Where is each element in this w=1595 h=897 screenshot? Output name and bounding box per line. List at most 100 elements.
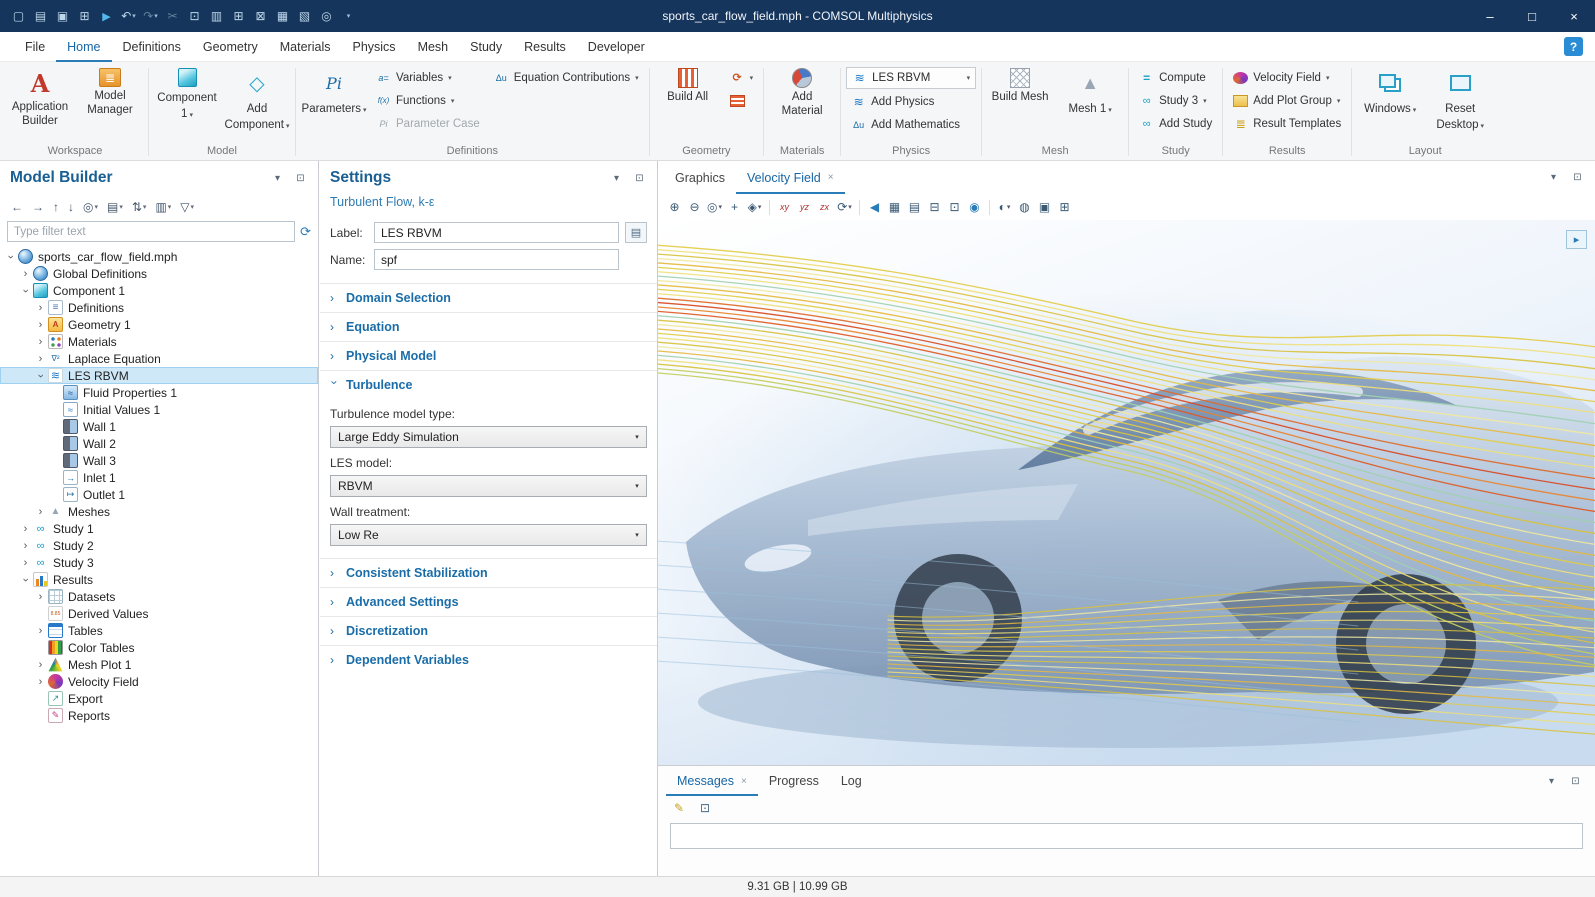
- parameter-case-button[interactable]: Parameter Case: [371, 113, 485, 134]
- tree-item-velocity-field[interactable]: ›Velocity Field: [0, 673, 318, 690]
- expand-icon[interactable]: ›: [34, 353, 47, 365]
- tree-item-geometry-1[interactable]: ›Geometry 1: [0, 316, 318, 333]
- menu-tab-geometry[interactable]: Geometry: [192, 32, 269, 62]
- les-model-select[interactable]: RBVM ▾: [330, 475, 647, 497]
- build-mesh-button[interactable]: Build Mesh: [987, 64, 1053, 107]
- menu-tab-physics[interactable]: Physics: [341, 32, 406, 62]
- tree-item-materials[interactable]: ›Materials: [0, 333, 318, 350]
- tree-item-mesh-plot-1[interactable]: ›Mesh Plot 1: [0, 656, 318, 673]
- tree-item-initial-values-1[interactable]: Initial Values 1: [0, 401, 318, 418]
- chevron-down-icon[interactable]: ▾: [1544, 774, 1559, 789]
- section-turbulence[interactable]: › Turbulence: [320, 370, 657, 399]
- menu-tab-developer[interactable]: Developer: [577, 32, 656, 62]
- plot-data-table-icon[interactable]: ▤: [905, 197, 924, 217]
- float-panel-icon[interactable]: ⊡: [1570, 170, 1585, 185]
- expand-icon[interactable]: ›: [34, 302, 47, 314]
- maximize-button[interactable]: □: [1511, 0, 1553, 32]
- delete-icon[interactable]: ⊠: [250, 5, 271, 27]
- build-all-button[interactable]: Build All: [655, 64, 721, 107]
- tree-item-export[interactable]: Export: [0, 690, 318, 707]
- tree-item-les-rbvm[interactable]: ›LES RBVM: [0, 367, 318, 384]
- tab-log[interactable]: Log: [830, 766, 873, 796]
- sound-icon[interactable]: ◀: [865, 197, 884, 217]
- cut-icon[interactable]: ✂: [162, 5, 183, 27]
- float-panel-icon[interactable]: ⊡: [1568, 774, 1583, 789]
- paste-icon[interactable]: ▥: [206, 5, 227, 27]
- expand-icon[interactable]: ›: [19, 540, 32, 552]
- application-builder-button[interactable]: Application Builder: [7, 64, 73, 130]
- variables-button[interactable]: Variables ▾: [371, 67, 485, 88]
- tab-messages[interactable]: Messages ×: [666, 766, 758, 796]
- menu-tab-materials[interactable]: Materials: [269, 32, 342, 62]
- expand-icon[interactable]: ›: [34, 336, 47, 348]
- tree-item-meshes[interactable]: ›Meshes: [0, 503, 318, 520]
- functions-button[interactable]: Functions ▾: [371, 90, 485, 111]
- section-domain-selection[interactable]: › Domain Selection: [320, 283, 657, 312]
- rotate-view-icon[interactable]: ⟳▾: [835, 197, 854, 217]
- save-icon[interactable]: ▣: [52, 5, 73, 27]
- rename-icon[interactable]: ▤: [625, 222, 647, 243]
- reset-desktop-button[interactable]: Reset Desktop▾: [1427, 64, 1493, 134]
- columns-icon[interactable]: ▥▾: [151, 197, 175, 217]
- zoom-out-icon[interactable]: ⊖: [685, 197, 704, 217]
- expand-icon[interactable]: ›: [34, 591, 47, 603]
- tree-item-study-1[interactable]: ›Study 1: [0, 520, 318, 537]
- close-tab-icon[interactable]: ×: [741, 776, 747, 787]
- show-options-icon[interactable]: ◎▾: [79, 197, 102, 217]
- add-study-button[interactable]: Add Study: [1134, 113, 1217, 134]
- node-label-icon[interactable]: ▤▾: [103, 197, 127, 217]
- expand-icon[interactable]: ›: [19, 268, 32, 280]
- add-plot-group-button[interactable]: Add Plot Group ▾: [1228, 90, 1346, 111]
- model-node-icon[interactable]: ▦: [272, 5, 293, 27]
- zoom-box-icon[interactable]: ◎▾: [705, 197, 724, 217]
- tree-item-reports[interactable]: Reports: [0, 707, 318, 724]
- redo-icon[interactable]: ↷▾: [140, 5, 161, 27]
- tree-item-wall-3[interactable]: Wall 3: [0, 452, 318, 469]
- menu-tab-home[interactable]: Home: [56, 32, 111, 62]
- geometry-rebuild-button[interactable]: ▾: [725, 67, 759, 88]
- forward-icon[interactable]: →: [28, 197, 48, 217]
- menu-tab-file[interactable]: File: [14, 32, 56, 62]
- expand-icon[interactable]: ›: [34, 676, 47, 688]
- refresh-icon[interactable]: ⟳: [300, 224, 311, 240]
- model-manager-button[interactable]: Model Manager: [77, 64, 143, 119]
- move-down-icon[interactable]: ↓: [64, 197, 78, 217]
- tree-item-sports-car-flow-field-mph[interactable]: ›sports_car_flow_field.mph: [0, 248, 318, 265]
- close-tab-icon[interactable]: ×: [828, 172, 834, 183]
- messages-list[interactable]: [670, 823, 1583, 849]
- tree-item-wall-2[interactable]: Wall 2: [0, 435, 318, 452]
- tree-item-wall-1[interactable]: Wall 1: [0, 418, 318, 435]
- expand-icon[interactable]: ›: [19, 557, 32, 569]
- tree-item-study-2[interactable]: ›Study 2: [0, 537, 318, 554]
- back-icon[interactable]: ←: [7, 197, 27, 217]
- tree-item-laplace-equation[interactable]: ›Laplace Equation: [0, 350, 318, 367]
- default-view-icon[interactable]: ◈▾: [745, 197, 764, 217]
- float-panel-icon[interactable]: ⊡: [293, 171, 308, 186]
- sort-icon[interactable]: ⇅▾: [128, 197, 151, 217]
- new-file-icon[interactable]: ▢: [8, 5, 29, 27]
- zoom-in-icon[interactable]: ⊕: [665, 197, 684, 217]
- copy-messages-icon[interactable]: ⊡: [696, 799, 714, 817]
- add-component-button[interactable]: Add Component▾: [224, 64, 290, 134]
- zoom-node-icon[interactable]: ◎: [316, 5, 337, 27]
- result-templates-button[interactable]: Result Templates: [1228, 113, 1346, 134]
- component-1-button[interactable]: Component 1▾: [154, 64, 220, 123]
- equation-contributions-button[interactable]: Equation Contributions ▾: [489, 67, 644, 88]
- preview-icon[interactable]: ⊞: [74, 5, 95, 27]
- zoom-extents-icon[interactable]: +: [725, 197, 744, 217]
- velocity-field-button[interactable]: Velocity Field ▾: [1228, 67, 1346, 88]
- view-xy-icon[interactable]: xy: [775, 197, 794, 217]
- help-button[interactable]: ?: [1564, 37, 1583, 56]
- menu-tab-definitions[interactable]: Definitions: [112, 32, 192, 62]
- snapshot-icon[interactable]: ▣: [1035, 197, 1054, 217]
- scene-light-icon[interactable]: ◐▾: [995, 197, 1014, 217]
- compute-button[interactable]: Compute: [1134, 67, 1217, 88]
- tree-item-results[interactable]: ›Results: [0, 571, 318, 588]
- add-physics-button[interactable]: Add Physics: [846, 91, 976, 112]
- windows-button[interactable]: Windows▾: [1357, 64, 1423, 119]
- run-icon[interactable]: ▶: [96, 5, 117, 27]
- section-physical-model[interactable]: › Physical Model: [320, 341, 657, 370]
- collapse-icon[interactable]: ›: [5, 250, 17, 263]
- tree-item-definitions[interactable]: ›Definitions: [0, 299, 318, 316]
- add-view-icon[interactable]: ⊡: [945, 197, 964, 217]
